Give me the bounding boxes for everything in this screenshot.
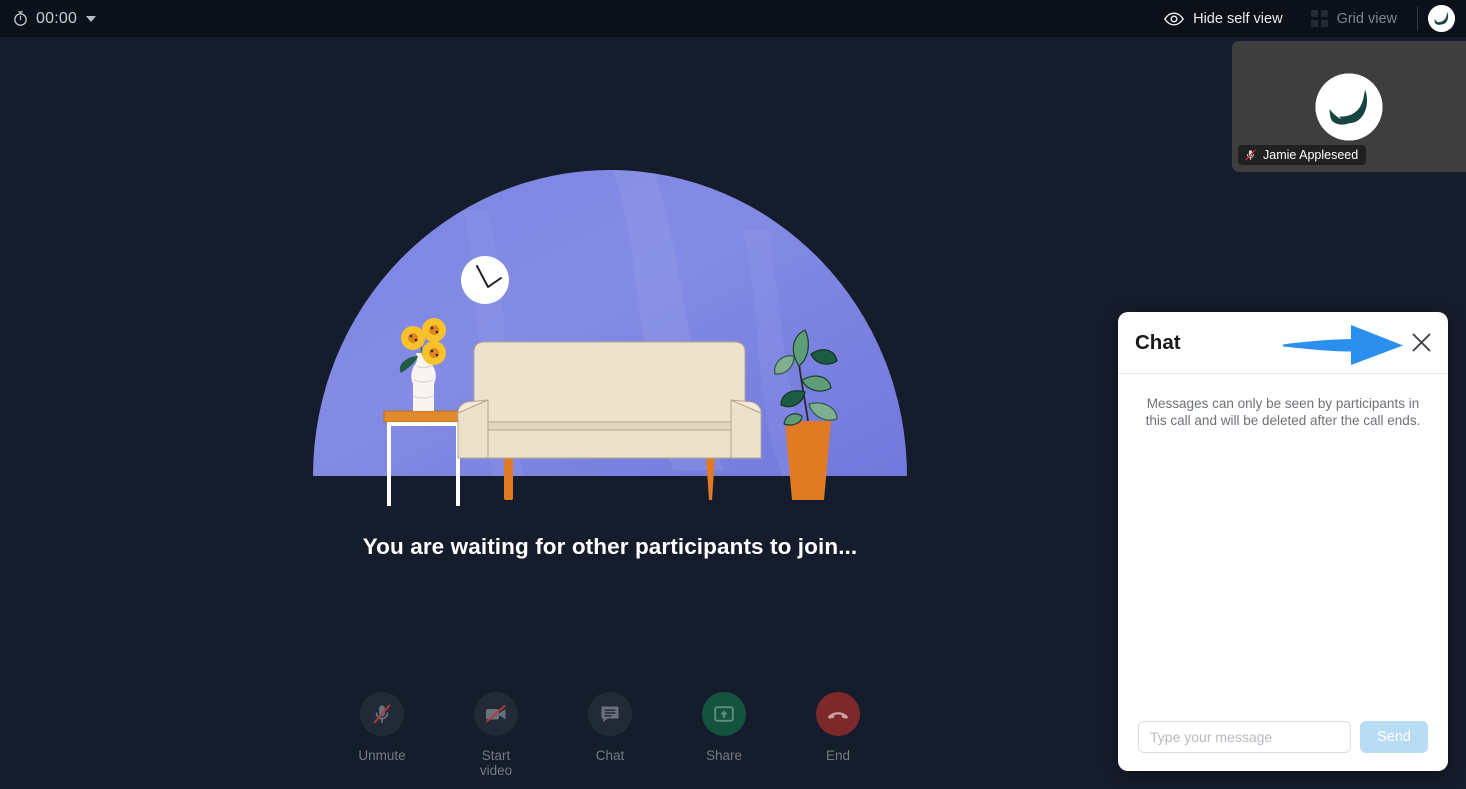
chat-panel-title: Chat xyxy=(1135,330,1181,354)
chat-bubble-icon xyxy=(601,706,619,723)
eye-icon xyxy=(1164,11,1185,26)
chat-close-button[interactable] xyxy=(1404,326,1438,360)
leaf-avatar-icon xyxy=(1428,5,1455,32)
end-call-button[interactable]: End xyxy=(807,692,869,763)
stopwatch-icon xyxy=(14,11,27,26)
end-call-button-label: End xyxy=(825,748,851,763)
call-timer-text: 00:00 xyxy=(36,9,78,27)
microphone-muted-icon xyxy=(1245,149,1256,161)
chat-message-list: Messages can only be seen by participant… xyxy=(1118,374,1448,703)
unmute-button-circle xyxy=(360,692,404,736)
chat-button-label: Chat xyxy=(595,748,625,763)
start-video-button-label: Start video xyxy=(479,748,513,778)
waiting-message: You are waiting for other participants t… xyxy=(362,534,858,559)
chat-message-input[interactable] xyxy=(1138,721,1352,753)
wall-clock xyxy=(461,256,509,304)
call-timer[interactable]: 00:00 xyxy=(12,9,97,28)
self-view-tile[interactable]: Jamie Appleseed xyxy=(1232,41,1466,172)
top-bar-actions: Hide self view Grid view xyxy=(1150,0,1466,37)
grid-view-button[interactable]: Grid view xyxy=(1297,0,1411,37)
share-button-label: Share xyxy=(705,748,743,763)
start-video-button[interactable]: Start video xyxy=(465,692,527,778)
video-call-window: 00:00 Hide self view Grid view Jamie App… xyxy=(0,0,1466,789)
call-stage: You are waiting for other participants t… xyxy=(0,37,1220,789)
call-controls-bar: Unmute Start video Chat Share End xyxy=(0,692,1220,789)
self-view-name-badge: Jamie Appleseed xyxy=(1238,145,1367,165)
unmute-button-label: Unmute xyxy=(358,748,406,763)
top-bar: 00:00 Hide self view Grid view xyxy=(0,0,1466,37)
hide-self-view-button[interactable]: Hide self view xyxy=(1150,0,1296,37)
sofa xyxy=(457,341,762,500)
account-avatar-button[interactable] xyxy=(1428,5,1455,32)
video-off-icon xyxy=(486,705,506,723)
chat-send-button[interactable]: Send xyxy=(1360,721,1428,753)
leaf-avatar-icon xyxy=(1315,73,1383,140)
chat-privacy-disclaimer: Messages can only be seen by participant… xyxy=(1145,396,1421,428)
phone-hangup-icon xyxy=(828,712,848,719)
start-video-button-circle xyxy=(474,692,518,736)
share-button-circle xyxy=(702,692,746,736)
chat-composer: Send xyxy=(1118,703,1448,771)
chat-panel-header: Chat xyxy=(1118,312,1448,374)
self-view-avatar xyxy=(1315,73,1383,140)
toolbar-divider xyxy=(1417,6,1418,31)
hide-self-view-label: Hide self view xyxy=(1193,10,1283,27)
self-view-name: Jamie Appleseed xyxy=(1263,148,1359,162)
screen-share-icon xyxy=(714,706,734,722)
grid-icon xyxy=(1310,10,1328,27)
chat-button[interactable]: Chat xyxy=(579,692,641,763)
grid-view-label: Grid view xyxy=(1336,10,1397,27)
chevron-down-icon[interactable] xyxy=(86,15,97,22)
chat-button-circle xyxy=(588,692,632,736)
unmute-button[interactable]: Unmute xyxy=(351,692,413,763)
microphone-muted-icon xyxy=(373,704,391,724)
chat-panel: Chat Messages can only be seen by partic… xyxy=(1118,312,1448,771)
close-icon xyxy=(1412,333,1430,352)
living-room-waiting-illustration xyxy=(313,170,907,506)
share-button[interactable]: Share xyxy=(693,692,755,763)
end-call-button-circle xyxy=(816,692,860,736)
